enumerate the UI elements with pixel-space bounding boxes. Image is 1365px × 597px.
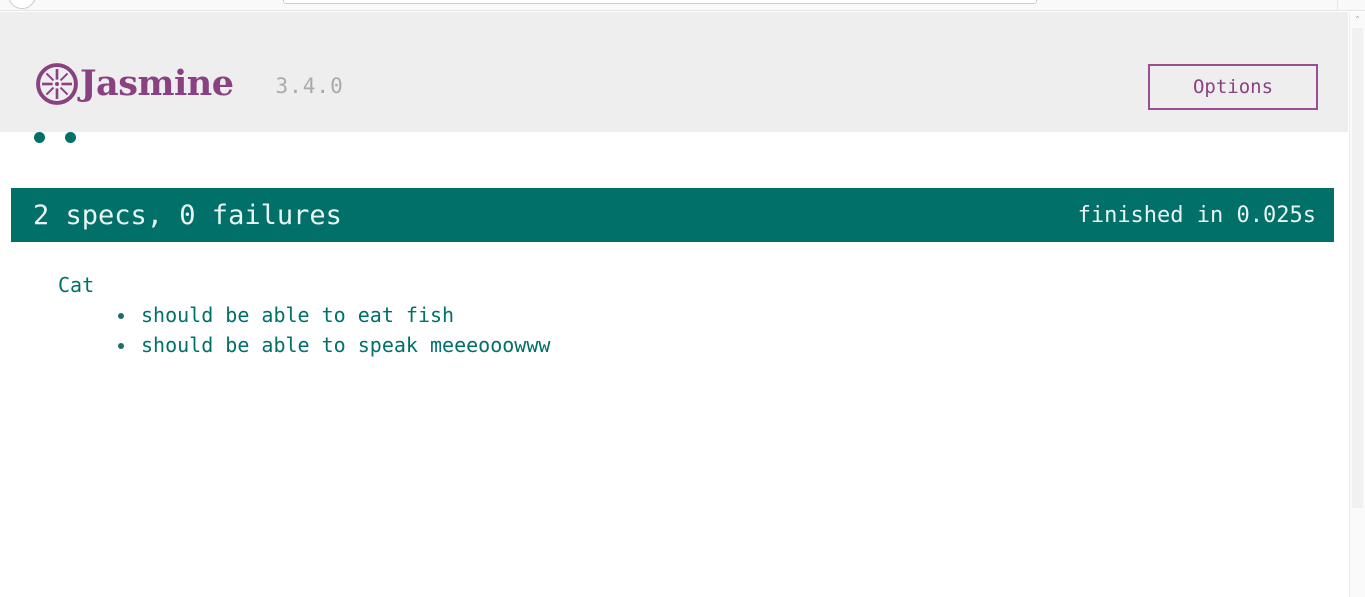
duration-label: finished in 0.025s <box>1077 202 1316 228</box>
options-button[interactable]: Options <box>1148 64 1318 110</box>
jasmine-reporter: Jasmine 3.4.0 Options 2 specs, 0 failure… <box>0 12 1348 357</box>
browser-back-button[interactable] <box>8 0 36 9</box>
scroll-up-arrow-icon[interactable]: ˄ <box>1350 14 1365 28</box>
browser-address-bar[interactable] <box>283 0 1037 4</box>
results-summary-bar: 2 specs, 0 failures finished in 0.025s <box>11 188 1334 242</box>
browser-chrome-strip <box>0 0 1365 11</box>
spec-item[interactable]: should be able to eat fish <box>118 300 1348 330</box>
spec-count-label: 2 specs, 0 failures <box>33 199 342 231</box>
suite-specs-container: should be able to eat fish should be abl… <box>58 300 1348 360</box>
spec-item[interactable]: should be able to speak meeeooowww <box>118 330 1348 360</box>
jasmine-brand-name: Jasmine <box>80 62 234 104</box>
spec-symbol-passed[interactable] <box>64 130 78 144</box>
jasmine-version: 3.4.0 <box>275 73 344 98</box>
chrome-divider <box>1337 0 1338 10</box>
spec-symbol-passed[interactable] <box>33 130 47 144</box>
spec-list: should be able to eat fish should be abl… <box>58 300 1348 360</box>
scrollbar-track[interactable] <box>1352 28 1363 508</box>
suite-name-label: Cat <box>58 273 95 297</box>
jasmine-flower-icon <box>36 63 78 105</box>
symbol-summary <box>33 130 95 144</box>
suite-cat: Cat should be able to eat fish should be… <box>0 270 1348 360</box>
results-list: Cat should be able to eat fish should be… <box>0 270 1348 360</box>
page-viewport: Jasmine 3.4.0 Options 2 specs, 0 failure… <box>0 12 1365 597</box>
jasmine-banner: Jasmine 3.4.0 Options <box>0 12 1348 116</box>
page-scrollbar[interactable]: ˄ <box>1349 12 1365 597</box>
jasmine-logo: Jasmine 3.4.0 <box>35 62 344 106</box>
